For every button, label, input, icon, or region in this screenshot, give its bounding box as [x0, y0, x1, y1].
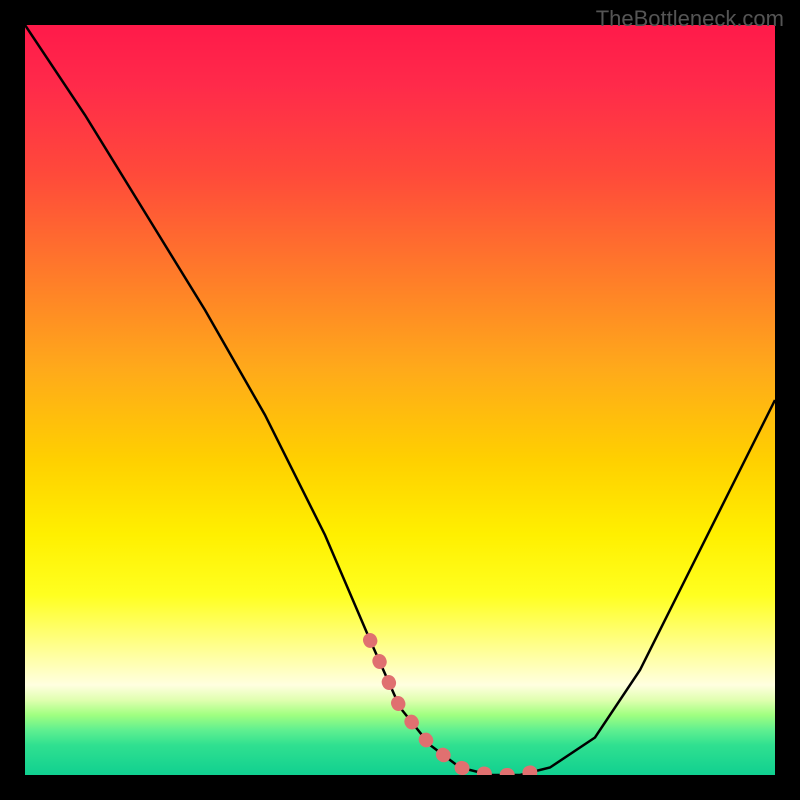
chart-container: TheBottleneck.com — [0, 0, 800, 800]
watermark-text: TheBottleneck.com — [596, 6, 784, 32]
plot-area — [25, 25, 775, 775]
curve-svg — [25, 25, 775, 775]
highlight-segment — [370, 640, 550, 775]
bottleneck-curve-line — [25, 25, 775, 775]
